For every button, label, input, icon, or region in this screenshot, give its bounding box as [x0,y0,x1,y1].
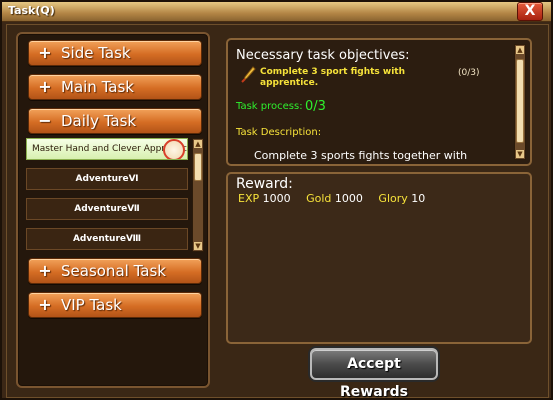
reward-gold-value: 1000 [334,192,363,205]
task-row[interactable]: AdventureⅧ [26,228,188,250]
reward-heading: Reward: [236,176,293,192]
task-row[interactable]: AdventureⅦ [26,198,188,220]
quill-icon [241,66,256,83]
task-list-scrollbar[interactable]: ▲ ▼ [192,138,204,252]
category-label: Daily Task [61,112,137,130]
task-row[interactable]: AdventureⅥ [26,168,188,190]
reward-glory-label: Glory [378,192,408,205]
reward-glory-value: 10 [411,192,426,205]
daily-task-list: Master Hand and Clever Apprentice Advent… [26,138,204,256]
window-title: Task(Q) [8,4,55,17]
category-side-task[interactable]: + Side Task [28,40,202,66]
seal-badge-icon [163,139,185,159]
category-label: Main Task [61,78,134,96]
collapse-icon: − [38,111,52,130]
reward-list: EXP 1000 Gold 1000 Glory 10 [238,192,437,205]
category-daily-task[interactable]: − Daily Task [28,108,202,134]
title-bar[interactable]: Task(Q) X [2,2,551,22]
reward-gold-label: Gold [306,192,332,205]
scroll-down-icon[interactable]: ▼ [194,242,202,250]
reward-exp-value: 1000 [262,192,291,205]
objective-panel: Necessary task objectives: Complete 3 sp… [226,38,532,166]
objective-item-progress: (0/3) [458,68,480,78]
objective-item-text: Complete 3 sport fights with apprentice. [260,67,406,88]
task-row-selected[interactable]: Master Hand and Clever Apprentice [26,138,188,160]
objective-heading: Necessary task objectives: [236,48,410,63]
expand-icon: + [38,261,52,280]
reward-panel: Reward: EXP 1000 Gold 1000 Glory 10 [226,172,532,344]
task-window: Task(Q) X + Side Task + Main Task − Dail… [0,0,553,400]
scroll-up-icon[interactable]: ▲ [194,140,202,148]
scroll-down-icon[interactable]: ▼ [516,150,524,158]
objective-scrollbar[interactable]: ▲ ▼ [514,44,526,160]
category-main-task[interactable]: + Main Task [28,74,202,100]
category-label: Side Task [61,44,131,62]
category-vip-task[interactable]: + VIP Task [28,292,202,318]
close-button[interactable]: X [517,2,543,21]
expand-icon: + [38,295,52,314]
task-category-panel: + Side Task + Main Task − Daily Task Mas… [16,32,210,388]
task-process-label: Task process: [236,101,303,112]
accept-rewards-button[interactable]: Accept Rewards [310,348,438,398]
scroll-thumb[interactable] [516,59,524,143]
category-label: VIP Task [61,296,122,314]
category-seasonal-task[interactable]: + Seasonal Task [28,258,202,284]
expand-icon: + [38,43,52,62]
expand-icon: + [38,77,52,96]
scroll-thumb[interactable] [194,153,202,181]
task-description-text: Complete 3 sports fights together with [254,149,468,162]
category-label: Seasonal Task [61,262,166,280]
task-process-value: 0/3 [305,99,326,114]
reward-exp-label: EXP [238,192,260,205]
task-description-label: Task Description: [236,127,322,138]
scroll-up-icon[interactable]: ▲ [516,46,524,54]
